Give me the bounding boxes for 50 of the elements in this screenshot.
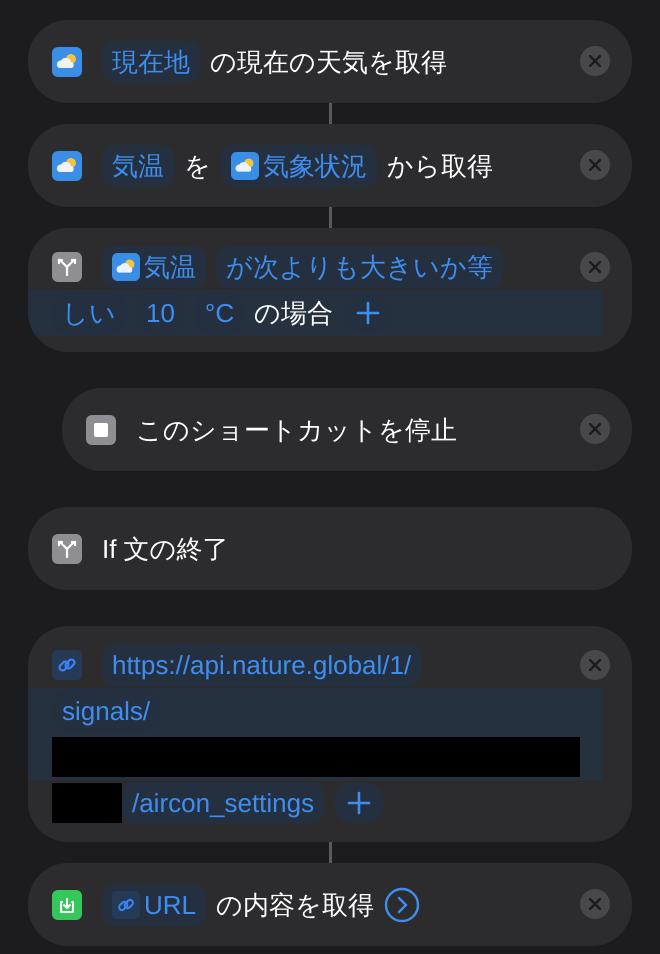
link-icon <box>112 890 140 918</box>
plus-icon <box>347 791 372 815</box>
branch-icon <box>52 252 82 282</box>
close-icon <box>589 261 601 273</box>
variable-token[interactable]: 気温 <box>102 246 206 288</box>
close-icon <box>589 423 601 435</box>
branch-icon <box>52 534 82 564</box>
action-card[interactable]: 気温 を 気象状況 から取得 <box>28 124 632 207</box>
delete-button[interactable] <box>580 650 610 680</box>
expand-button[interactable] <box>384 886 420 922</box>
variable-token[interactable]: /aircon_settings <box>122 782 324 824</box>
variable-token[interactable]: 気象状況 <box>221 144 377 186</box>
variable-token[interactable]: https://api.nature.global/1/ <box>102 644 422 686</box>
weather-icon <box>231 152 259 180</box>
action-card[interactable]: URL の内容を取得 <box>28 863 632 946</box>
weather-icon <box>112 253 140 281</box>
delete-button[interactable] <box>580 889 610 919</box>
action-label: の内容を取得 <box>216 888 374 920</box>
chevron-icon <box>384 886 420 922</box>
variable-token[interactable]: が次よりも大きいか等 <box>216 246 503 288</box>
delete-button[interactable] <box>580 46 610 76</box>
action-card[interactable]: 現在地 の現在の天気を取得 <box>28 20 632 103</box>
variable-token[interactable]: URL <box>102 884 206 926</box>
delete-button[interactable] <box>580 150 610 180</box>
stop-icon <box>86 414 116 444</box>
action-label: から取得 <box>387 150 493 182</box>
action-card[interactable]: このショートカットを停止 <box>62 388 632 471</box>
weather-icon <box>52 46 82 76</box>
action-label: の場合 <box>254 297 334 329</box>
close-icon <box>589 159 601 171</box>
redaction-bar <box>52 783 122 823</box>
plus-icon <box>356 301 380 325</box>
action-card[interactable]: If 文の終了 <box>28 507 632 590</box>
action-label: を <box>184 150 211 182</box>
action-label: の現在の天気を取得 <box>210 46 447 78</box>
variable-token[interactable]: 現在地 <box>102 40 200 82</box>
close-icon <box>589 55 601 67</box>
weather-icon <box>52 150 82 180</box>
variable-token[interactable]: 気温 <box>102 144 174 186</box>
action-label: このショートカットを停止 <box>136 414 457 446</box>
action-card[interactable]: https://api.nature.global/1/ signals/ /aircon_settings <box>28 626 632 842</box>
download-icon <box>52 890 82 920</box>
delete-button[interactable] <box>580 252 610 282</box>
action-card[interactable]: 気温 が次よりも大きいか等 しい 10 °C の場合 <box>28 228 632 352</box>
action-label: If 文の終了 <box>102 532 229 564</box>
close-icon <box>589 898 601 910</box>
close-icon <box>589 659 601 671</box>
add-button[interactable] <box>334 783 384 823</box>
delete-button[interactable] <box>580 414 610 444</box>
link-icon <box>52 650 82 680</box>
